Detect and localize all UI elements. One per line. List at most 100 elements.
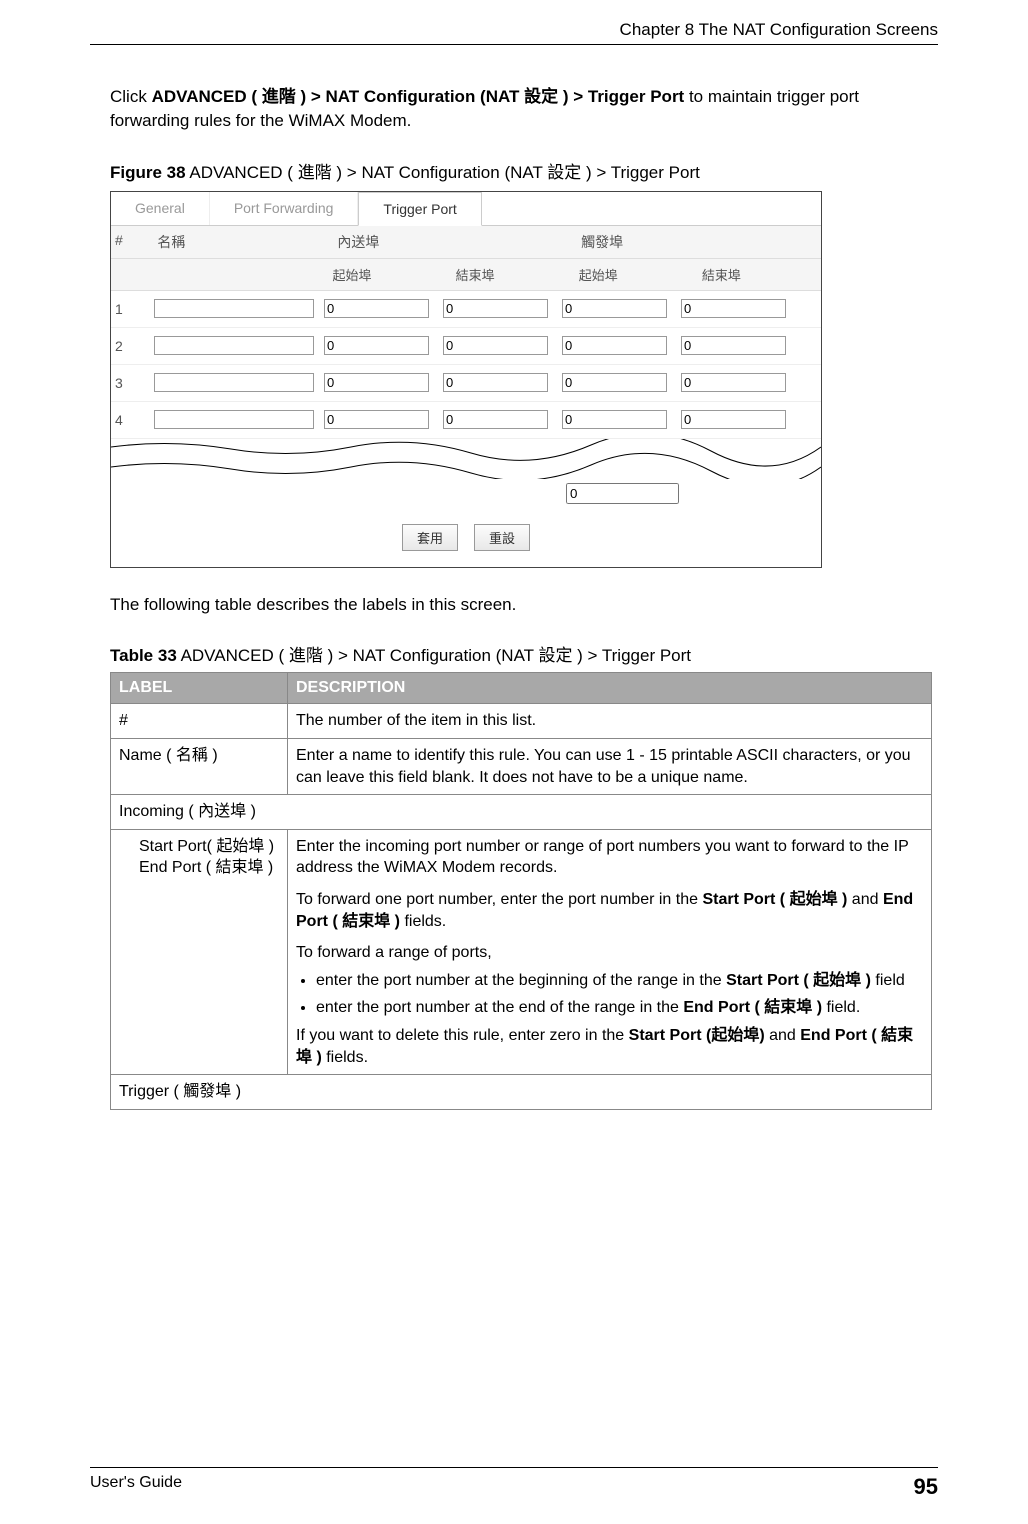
group-trigger-header: 觸發埠	[577, 226, 821, 258]
bold-text: Start Port (起始埠)	[629, 1027, 765, 1044]
label-start-port: Start Port( 起始埠 )	[139, 838, 274, 855]
text: and	[847, 891, 883, 908]
cell-label: Name ( 名稱 )	[111, 738, 288, 794]
trigger-end-input[interactable]	[681, 336, 786, 355]
page-footer: User's Guide 95	[90, 1467, 938, 1500]
sub-end-in: 結束埠	[452, 259, 575, 290]
trigger-end-input[interactable]	[681, 373, 786, 392]
button-bar: 套用 重設	[111, 508, 821, 567]
desc-p4: If you want to delete this rule, enter z…	[296, 1025, 923, 1068]
bold-text: End Port ( 結束埠 )	[683, 999, 822, 1016]
sub-start-in: 起始埠	[328, 259, 451, 290]
trigger-start-input[interactable]	[566, 483, 679, 504]
sub-end-tr: 結束埠	[698, 259, 821, 290]
bullet-list: enter the port number at the beginning o…	[316, 970, 923, 1019]
cell-section: Trigger ( 觸發埠 )	[111, 1075, 932, 1110]
figure-title: ADVANCED ( 進階 ) > NAT Configuration (NAT…	[186, 163, 700, 182]
trigger-start-input[interactable]	[562, 299, 667, 318]
incoming-end-input[interactable]	[443, 299, 548, 318]
table-number: Table 33	[110, 646, 177, 665]
th-label: LABEL	[111, 673, 288, 704]
table-row: 3	[111, 365, 821, 402]
name-input[interactable]	[154, 336, 314, 355]
figure-number: Figure 38	[110, 163, 186, 182]
trigger-start-input[interactable]	[562, 373, 667, 392]
name-input[interactable]	[154, 373, 314, 392]
row-number: 3	[111, 369, 154, 397]
tab-general[interactable]: General	[111, 192, 210, 225]
row-number: 1	[111, 295, 154, 323]
bold-text: Start Port ( 起始埠 )	[726, 972, 871, 989]
figure-caption: Figure 38 ADVANCED ( 進階 ) > NAT Configur…	[110, 158, 938, 183]
text: and	[765, 1027, 801, 1044]
chapter-heading: Chapter 8 The NAT Configuration Screens	[90, 20, 938, 40]
bold-text: Start Port ( 起始埠 )	[702, 891, 847, 908]
header-rule	[90, 44, 938, 45]
table-row: 2	[111, 328, 821, 365]
name-input[interactable]	[154, 299, 314, 318]
spacer	[111, 259, 153, 290]
reset-button[interactable]: 重設	[474, 524, 530, 551]
trigger-end-input[interactable]	[681, 299, 786, 318]
trigger-end-input[interactable]	[681, 410, 786, 429]
cell-section: Incoming ( 內送埠 )	[111, 795, 932, 830]
cell-desc: Enter the incoming port number or range …	[288, 829, 932, 1074]
trigger-start-input[interactable]	[562, 336, 667, 355]
intro-paragraph: Click ADVANCED ( 進階 ) > NAT Configuratio…	[110, 85, 938, 133]
group-incoming-header: 內送埠	[333, 226, 577, 258]
cell-desc: Enter a name to identify this rule. You …	[288, 738, 932, 794]
tab-trigger-port[interactable]: Trigger Port	[358, 192, 481, 226]
tab-port-forwarding[interactable]: Port Forwarding	[210, 192, 359, 225]
incoming-start-input[interactable]	[324, 299, 429, 318]
desc-p2: To forward one port number, enter the po…	[296, 889, 923, 932]
intro-prefix: Click	[110, 87, 152, 106]
label-end-port: End Port ( 結束埠 )	[139, 859, 273, 876]
incoming-end-input[interactable]	[443, 373, 548, 392]
row-number: 2	[111, 332, 154, 360]
incoming-start-input[interactable]	[324, 410, 429, 429]
list-item: enter the port number at the beginning o…	[316, 970, 923, 992]
list-item: enter the port number at the end of the …	[316, 997, 923, 1019]
table-row: 1	[111, 291, 821, 328]
name-input[interactable]	[154, 410, 314, 429]
grid-header-row2: 起始埠 結束埠 起始埠 結束埠	[111, 259, 821, 291]
text: field.	[822, 999, 860, 1016]
sub-start-tr: 起始埠	[575, 259, 698, 290]
between-paragraph: The following table describes the labels…	[110, 593, 938, 617]
incoming-end-input[interactable]	[443, 336, 548, 355]
text: If you want to delete this rule, enter z…	[296, 1027, 629, 1044]
torn-edge	[111, 439, 821, 479]
desc-p3: To forward a range of ports,	[296, 942, 923, 964]
incoming-end-input[interactable]	[443, 410, 548, 429]
desc-p1: Enter the incoming port number or range …	[296, 836, 923, 879]
trigger-start-input[interactable]	[562, 410, 667, 429]
spacer	[153, 259, 329, 290]
th-description: DESCRIPTION	[288, 673, 932, 704]
table-caption: Table 33 ADVANCED ( 進階 ) > NAT Configura…	[110, 641, 938, 666]
text: fields.	[400, 913, 446, 930]
cell-desc: The number of the item in this list.	[288, 704, 932, 739]
intro-path: ADVANCED ( 進階 ) > NAT Configuration (NAT…	[152, 87, 685, 106]
text: enter the port number at the end of the …	[316, 999, 683, 1016]
grid-header-row1: # 名稱 內送埠 觸發埠	[111, 226, 821, 259]
text: field	[871, 972, 905, 989]
text: fields.	[322, 1049, 368, 1066]
text: enter the port number at the beginning o…	[316, 972, 726, 989]
incoming-start-input[interactable]	[324, 373, 429, 392]
row-number: 4	[111, 406, 154, 434]
footer-guide: User's Guide	[90, 1474, 182, 1500]
cell-label: #	[111, 704, 288, 739]
text: To forward one port number, enter the po…	[296, 891, 702, 908]
col-name-header: 名稱	[153, 226, 333, 258]
incoming-start-input[interactable]	[324, 336, 429, 355]
tab-bar: General Port Forwarding Trigger Port	[111, 192, 821, 226]
table-row: 4	[111, 402, 821, 439]
partial-row	[111, 479, 821, 508]
apply-button[interactable]: 套用	[402, 524, 458, 551]
description-table: LABEL DESCRIPTION # The number of the it…	[110, 672, 932, 1109]
footer-page-number: 95	[914, 1474, 938, 1500]
cell-label: Start Port( 起始埠 ) End Port ( 結束埠 )	[111, 829, 288, 1074]
col-number-header: #	[111, 226, 153, 258]
trigger-port-screenshot: General Port Forwarding Trigger Port # 名…	[110, 191, 822, 568]
table-title: ADVANCED ( 進階 ) > NAT Configuration (NAT…	[177, 646, 691, 665]
